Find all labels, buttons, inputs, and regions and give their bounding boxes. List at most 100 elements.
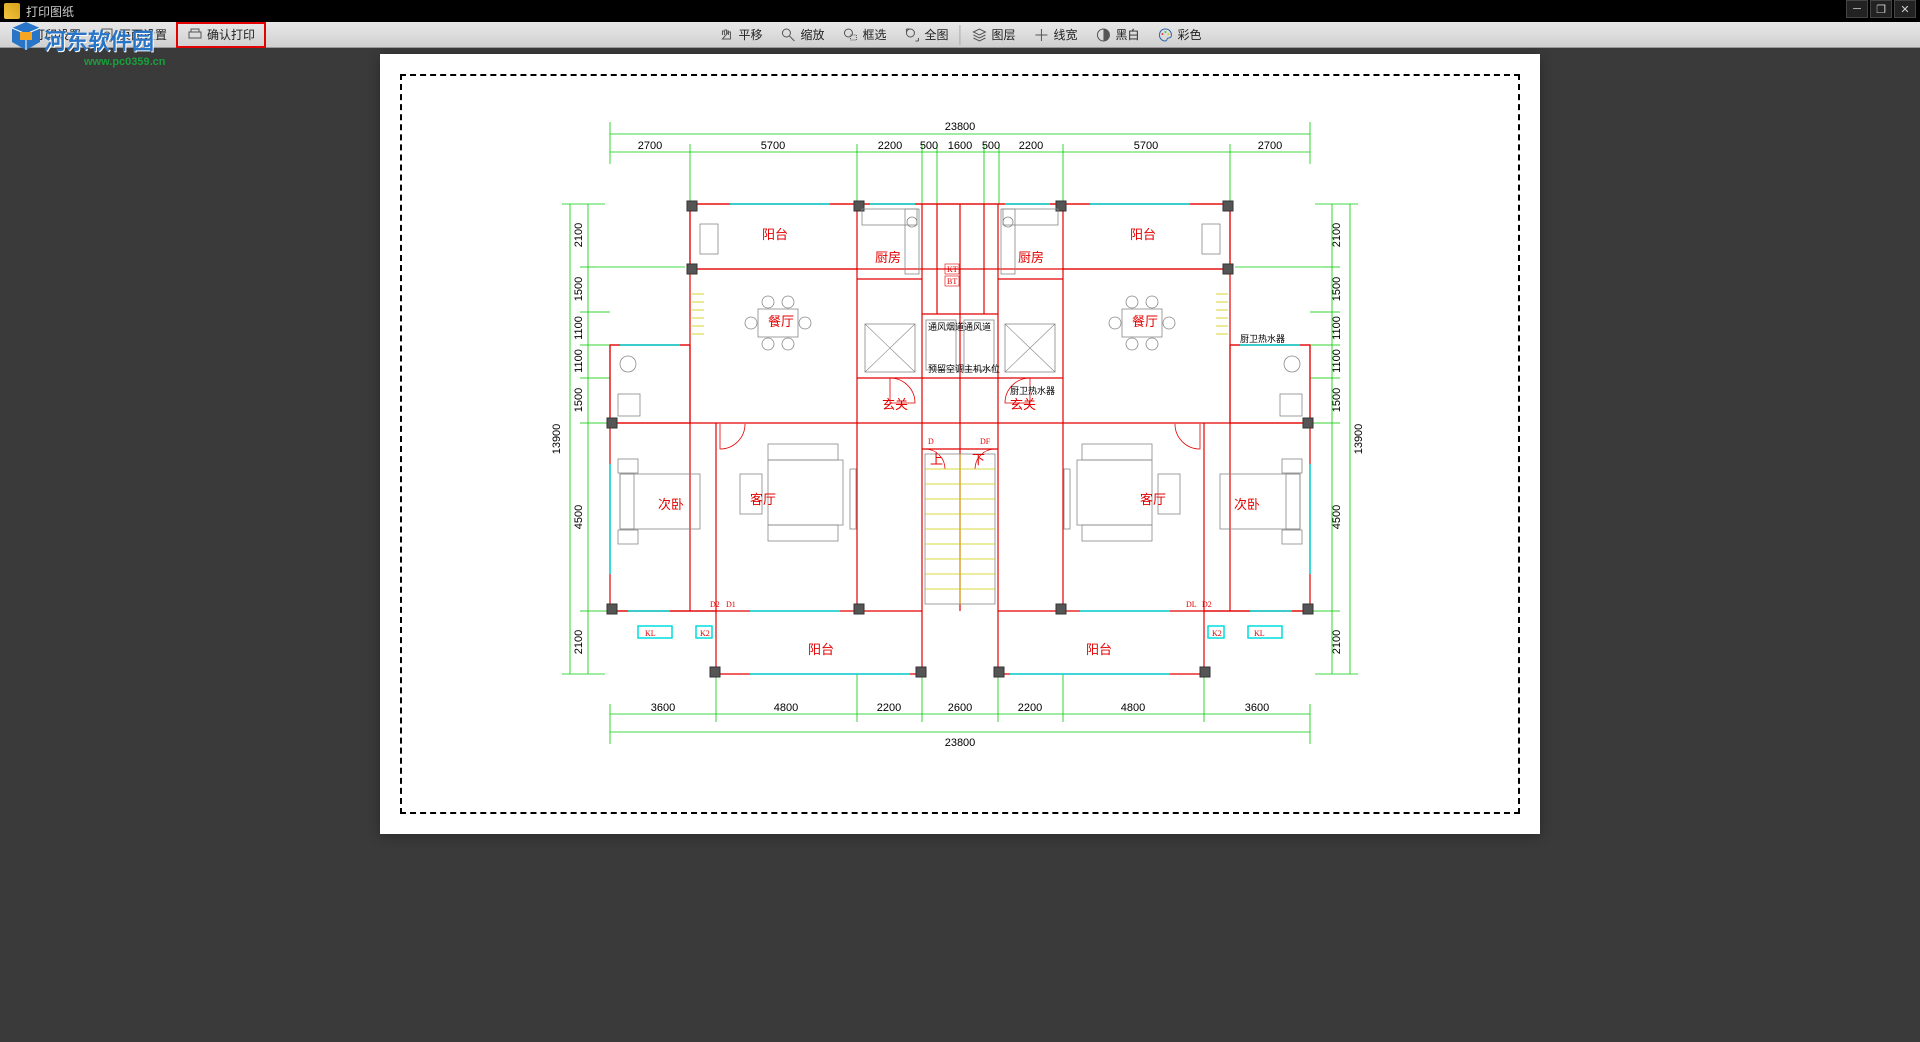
svg-text:餐厅: 餐厅 xyxy=(1132,314,1158,329)
svg-text:1500: 1500 xyxy=(573,388,585,412)
layers-icon xyxy=(972,27,988,43)
svg-text:4500: 4500 xyxy=(1331,505,1343,529)
notes: 通风烟道通风道 预留空调主机水位 厨卫热水器 厨卫热水器 xyxy=(928,321,1285,396)
svg-text:预留空调主机水位: 预留空调主机水位 xyxy=(928,363,1000,374)
svg-text:BT: BT xyxy=(947,277,957,286)
pan-button[interactable]: 平移 xyxy=(709,24,771,46)
bw-icon xyxy=(1096,27,1112,43)
canvas-area[interactable]: 23800 2700 5700 2200 500 xyxy=(0,48,1920,1042)
svg-text:2700: 2700 xyxy=(1258,140,1282,152)
svg-text:客厅: 客厅 xyxy=(1140,492,1166,507)
btn-label: 图层 xyxy=(992,26,1016,43)
svg-text:厨房: 厨房 xyxy=(1018,250,1044,265)
svg-text:厨房: 厨房 xyxy=(875,250,901,265)
svg-text:D1: D1 xyxy=(726,600,736,609)
btn-label: 彩色 xyxy=(1178,26,1202,43)
page-icon xyxy=(99,27,115,43)
expand-icon xyxy=(904,27,920,43)
highlight-annotation: 确认打印 xyxy=(176,22,266,48)
bw-button[interactable]: 黑白 xyxy=(1087,24,1149,46)
printer-icon xyxy=(13,27,29,43)
svg-text:D2: D2 xyxy=(710,600,720,609)
furniture-left xyxy=(618,209,1228,544)
svg-text:3600: 3600 xyxy=(1245,702,1269,714)
confirm-print-button[interactable]: 确认打印 xyxy=(178,24,264,46)
svg-text:1100: 1100 xyxy=(1331,349,1343,373)
svg-text:1500: 1500 xyxy=(1331,388,1343,412)
full-view-button[interactable]: 全图 xyxy=(895,24,957,46)
svg-text:阳台: 阳台 xyxy=(808,642,834,657)
svg-text:DL: DL xyxy=(1186,600,1197,609)
page-settings-button[interactable]: 页面设置 xyxy=(90,24,176,46)
separator xyxy=(960,25,961,45)
room-labels-right: 阳台 厨房 餐厅 玄关 客厅 次卧 阳台 xyxy=(1010,227,1260,657)
btn-label: 确认打印 xyxy=(207,26,255,43)
btn-label: 框选 xyxy=(862,26,886,43)
btn-label: 线宽 xyxy=(1054,26,1078,43)
svg-text:1600: 1600 xyxy=(948,140,972,152)
svg-text:K2: K2 xyxy=(700,629,710,638)
svg-text:2100: 2100 xyxy=(573,223,585,247)
svg-text:3600: 3600 xyxy=(651,702,675,714)
svg-text:阳台: 阳台 xyxy=(1086,642,1112,657)
svg-text:2200: 2200 xyxy=(877,702,901,714)
svg-text:2100: 2100 xyxy=(573,630,585,654)
svg-text:阳台: 阳台 xyxy=(762,227,788,242)
svg-text:客厅: 客厅 xyxy=(750,492,776,507)
svg-text:500: 500 xyxy=(920,140,938,152)
btn-label: 打印设置 xyxy=(33,26,81,43)
svg-text:5700: 5700 xyxy=(1134,140,1158,152)
svg-text:上: 上 xyxy=(930,452,943,467)
svg-text:13900: 13900 xyxy=(1353,424,1365,455)
svg-text:阳台: 阳台 xyxy=(1130,227,1156,242)
svg-text:D2: D2 xyxy=(1202,600,1212,609)
svg-text:500: 500 xyxy=(982,140,1000,152)
left-dimensions: 13900 2100 1500 1100 1100 1500 4500 2100 xyxy=(551,204,685,674)
stairs: 上 下 xyxy=(925,452,995,604)
toolbar-left-group: 打印设置 页面设置 确认打印 xyxy=(0,22,266,48)
svg-text:1100: 1100 xyxy=(1331,316,1343,340)
restore-button[interactable]: ❐ xyxy=(1870,0,1892,18)
box-select-button[interactable]: 框选 xyxy=(833,24,895,46)
svg-text:玄关: 玄关 xyxy=(882,397,908,412)
svg-text:次卧: 次卧 xyxy=(1234,497,1260,512)
btn-label: 平移 xyxy=(738,26,762,43)
svg-text:通风烟道通风道: 通风烟道通风道 xyxy=(928,321,991,332)
svg-text:2100: 2100 xyxy=(1331,630,1343,654)
svg-text:餐厅: 餐厅 xyxy=(768,314,794,329)
app-icon xyxy=(4,3,20,19)
svg-text:1500: 1500 xyxy=(573,277,585,301)
line-width-button[interactable]: 线宽 xyxy=(1025,24,1087,46)
svg-text:KL: KL xyxy=(1254,629,1265,638)
print-settings-button[interactable]: 打印设置 xyxy=(4,24,90,46)
svg-text:玄关: 玄关 xyxy=(1010,397,1036,412)
svg-text:23800: 23800 xyxy=(945,737,976,749)
btn-label: 缩放 xyxy=(800,26,824,43)
svg-text:KT: KT xyxy=(947,265,958,274)
btn-label: 全图 xyxy=(924,26,948,43)
svg-text:2200: 2200 xyxy=(1019,140,1043,152)
svg-text:D: D xyxy=(928,437,934,446)
svg-text:次卧: 次卧 xyxy=(658,497,684,512)
window-controls: ─ ❐ ✕ xyxy=(1846,0,1916,18)
close-button[interactable]: ✕ xyxy=(1894,0,1916,18)
zoom-button[interactable]: 缩放 xyxy=(771,24,833,46)
print-page: 23800 2700 5700 2200 500 xyxy=(380,54,1540,834)
palette-icon xyxy=(1158,27,1174,43)
svg-text:13900: 13900 xyxy=(551,424,563,455)
svg-text:2200: 2200 xyxy=(878,140,902,152)
right-dimensions: 13900 2100 1500 1100 1100 1500 4500 2100 xyxy=(1235,204,1365,674)
color-button[interactable]: 彩色 xyxy=(1149,24,1211,46)
top-dimensions: 23800 2700 5700 2200 500 xyxy=(610,121,1310,204)
svg-text:2600: 2600 xyxy=(948,702,972,714)
minimize-button[interactable]: ─ xyxy=(1846,0,1868,18)
room-labels-left: 阳台 厨房 餐厅 玄关 客厅 次卧 阳台 xyxy=(658,227,908,657)
layers-button[interactable]: 图层 xyxy=(963,24,1025,46)
box-select-icon xyxy=(842,27,858,43)
hand-icon xyxy=(718,27,734,43)
svg-text:厨卫热水器: 厨卫热水器 xyxy=(1010,385,1055,396)
btn-label: 黑白 xyxy=(1116,26,1140,43)
svg-text:5700: 5700 xyxy=(761,140,785,152)
svg-text:4500: 4500 xyxy=(573,505,585,529)
svg-text:K2: K2 xyxy=(1212,629,1222,638)
